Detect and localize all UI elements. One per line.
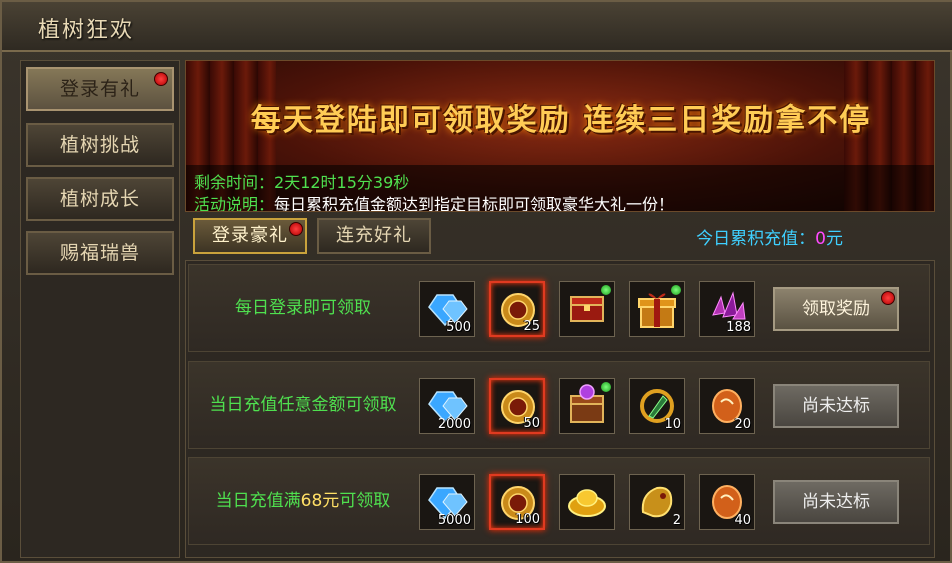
sidebar-item-label: 植树挑战 — [59, 134, 140, 156]
claim-reward-button[interactable]: 领取奖励 — [773, 287, 899, 331]
event-description: 活动说明：每日累积充值金额达到指定目标即可领取豪华大礼一份！ — [194, 191, 675, 212]
gold-coin-icon[interactable]: 100 — [489, 474, 545, 530]
gold-ingot-icon[interactable] — [559, 474, 615, 530]
sidebar: 登录有礼 植树挑战 植树成长 赐福瑞兽 — [20, 60, 180, 558]
today-recharge-label: 今日累积充值： — [696, 229, 816, 249]
notification-dot-icon — [881, 291, 895, 305]
today-recharge: 今日累积充值：0元 — [696, 224, 843, 249]
sidebar-item-label: 登录有礼 — [59, 78, 140, 100]
event-description-text: 每日累积充值金额达到指定目标即可领取豪华大礼一份！ — [274, 195, 675, 212]
item-quantity: 100 — [515, 512, 540, 527]
item-quantity: 2 — [672, 513, 681, 528]
sidebar-item-label: 赐福瑞兽 — [59, 242, 140, 264]
sidebar-item-tree-growth[interactable]: 植树成长 — [26, 177, 174, 221]
blue-gem-icon[interactable]: 2000 — [419, 378, 475, 434]
condition-text: 当日充值满 — [215, 491, 301, 511]
reward-condition: 当日充值任意金额可领取 — [189, 362, 417, 448]
reward-list: 每日登录即可领取 500 25 188 领取奖励 当日充值任意金额可领取 200… — [185, 260, 935, 558]
reward-row: 当日充值任意金额可领取 2000 50 10 20 尚未达标 — [188, 361, 930, 449]
gold-dragon-icon[interactable]: 2 — [629, 474, 685, 530]
remaining-time-value: 2天12时15分39秒 — [274, 173, 410, 192]
banner-headline: 每天登陆即可领取奖励 连续三日奖励拿不停 — [250, 103, 872, 138]
item-quantity: 5000 — [437, 513, 471, 528]
condition-text-suffix: 可领取 — [339, 491, 391, 511]
item-quantity: 20 — [734, 417, 751, 432]
available-dot-icon — [601, 382, 611, 392]
sidebar-item-blessing-beast[interactable]: 赐福瑞兽 — [26, 231, 174, 275]
gift-box-icon[interactable] — [629, 281, 685, 337]
orange-stone-icon[interactable]: 40 — [699, 474, 755, 530]
sidebar-item-login-gift[interactable]: 登录有礼 — [26, 67, 174, 111]
condition-amount: 68元 — [300, 491, 340, 511]
blue-gem-icon[interactable]: 500 — [419, 281, 475, 337]
not-reached-button[interactable]: 尚未达标 — [773, 384, 899, 428]
gold-coin-icon[interactable]: 25 — [489, 281, 545, 337]
reward-row: 当日充值满68元可领取 5000 100 2 40 尚未达标 — [188, 457, 930, 545]
today-recharge-unit: 元 — [826, 229, 843, 249]
not-reached-button[interactable]: 尚未达标 — [773, 480, 899, 524]
item-quantity: 10 — [664, 417, 681, 432]
condition-text: 每日登录即可领取 — [235, 298, 371, 318]
window-title: 植树狂欢 — [38, 18, 135, 43]
event-window: 植树狂欢 登录有礼 植树挑战 植树成长 赐福瑞兽 每天登陆即可领取奖励 连续三日… — [0, 0, 952, 563]
tab-consecutive-recharge[interactable]: 连充好礼 — [317, 218, 431, 254]
reward-row: 每日登录即可领取 500 25 188 领取奖励 — [188, 264, 930, 352]
tab-label: 登录豪礼 — [212, 225, 288, 246]
notification-dot-icon — [289, 222, 303, 236]
remaining-time: 剩余时间：2天12时15分39秒 — [194, 169, 409, 193]
available-dot-icon — [601, 285, 611, 295]
remaining-time-label: 剩余时间： — [194, 173, 275, 192]
today-recharge-value: 0 — [815, 229, 826, 249]
condition-text: 当日充值任意金额可领取 — [209, 395, 397, 415]
orange-stone-icon[interactable]: 20 — [699, 378, 755, 434]
item-quantity: 500 — [446, 320, 471, 335]
tab-label: 连充好礼 — [336, 225, 412, 246]
main-content: 每天登陆即可领取奖励 连续三日奖励拿不停 剩余时间：2天12时15分39秒 活动… — [185, 60, 935, 558]
notification-dot-icon — [154, 72, 168, 86]
sidebar-item-label: 植树成长 — [59, 188, 140, 210]
purple-crystal-icon[interactable]: 188 — [699, 281, 755, 337]
title-bar: 植树狂欢 — [2, 2, 952, 52]
event-banner: 每天登陆即可领取奖励 连续三日奖励拿不停 剩余时间：2天12时15分39秒 活动… — [185, 60, 935, 212]
button-label: 尚未达标 — [802, 396, 870, 416]
event-description-label: 活动说明： — [194, 195, 275, 212]
item-quantity: 188 — [726, 320, 751, 335]
sidebar-item-tree-challenge[interactable]: 植树挑战 — [26, 123, 174, 167]
item-quantity: 25 — [523, 319, 540, 334]
reward-condition: 每日登录即可领取 — [189, 265, 417, 351]
amulet-icon[interactable]: 10 — [629, 378, 685, 434]
item-quantity: 40 — [734, 513, 751, 528]
tab-login-gift[interactable]: 登录豪礼 — [193, 218, 307, 254]
item-quantity: 2000 — [437, 417, 471, 432]
available-dot-icon — [671, 285, 681, 295]
button-label: 领取奖励 — [802, 299, 870, 319]
gold-coin-icon[interactable]: 50 — [489, 378, 545, 434]
item-quantity: 50 — [523, 416, 540, 431]
button-label: 尚未达标 — [802, 492, 870, 512]
event-info-bar: 剩余时间：2天12时15分39秒 活动说明：每日累积充值金额达到指定目标即可领取… — [186, 165, 934, 212]
purple-chest-icon[interactable] — [559, 378, 615, 434]
reward-condition: 当日充值满68元可领取 — [189, 458, 417, 544]
blue-gem-icon[interactable]: 5000 — [419, 474, 475, 530]
red-chest-icon[interactable] — [559, 281, 615, 337]
